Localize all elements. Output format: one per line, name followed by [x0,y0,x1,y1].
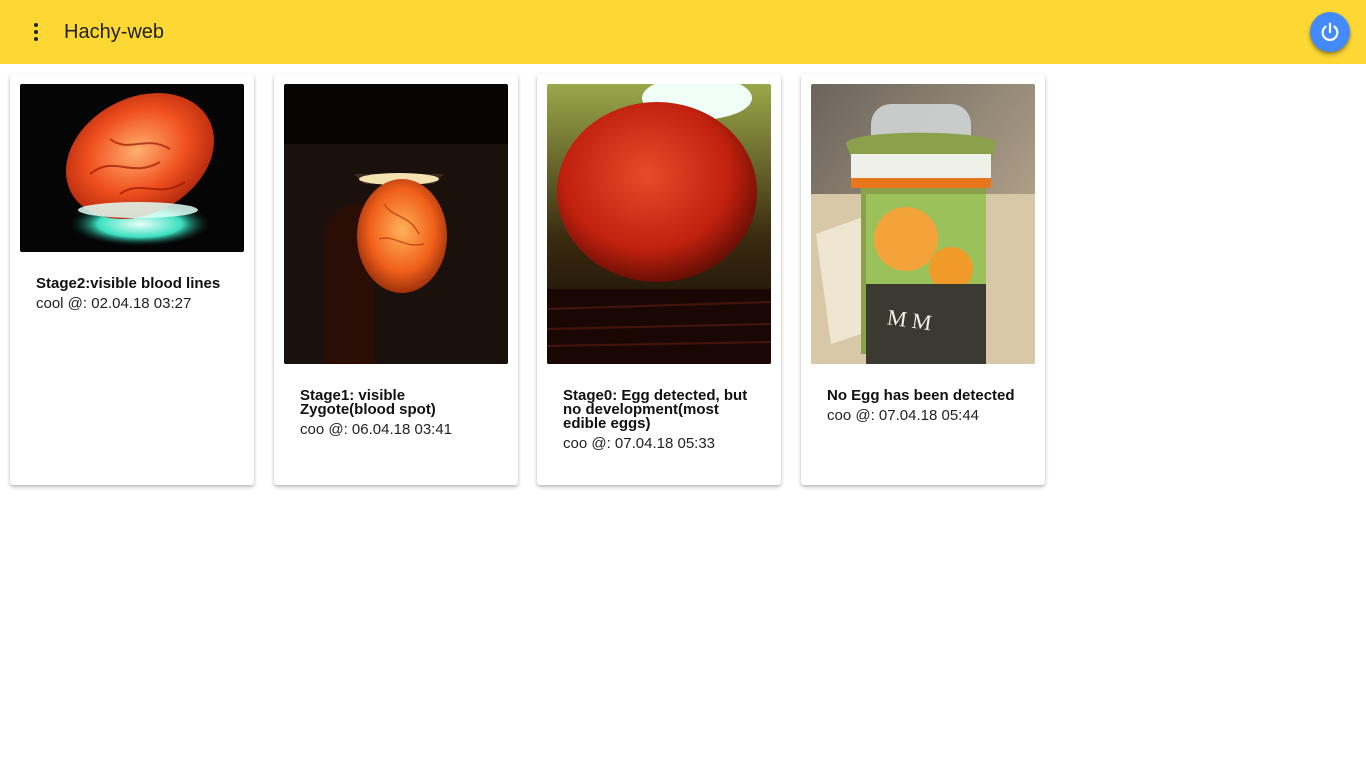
card-timestamp: coo @: 06.04.18 03:41 [300,421,453,438]
egg-card[interactable]: M M No Egg has been detected coo @: 07.0… [801,74,1045,485]
card-image-juice-bottle: M M [811,84,1035,364]
card-timestamp: coo @: 07.04.18 05:44 [827,407,980,424]
power-icon [1321,22,1339,41]
card-timestamp: cool @: 02.04.18 03:27 [36,295,192,312]
card-timestamp: coo @: 07.04.18 05:33 [563,435,716,452]
card-title: Stage2:visible blood lines [36,275,221,292]
card-title: No Egg has been detected [827,387,1015,404]
card-title: Stage1: visible Zygote(blood spot) [300,387,436,418]
card-image-zygote [284,84,508,364]
egg-card[interactable]: Stage1: visible Zygote(blood spot) coo @… [274,74,518,485]
egg-card[interactable]: Stage0: Egg detected, but no development… [537,74,781,485]
card-image-blood-lines [20,84,244,252]
app-bar: Hachy-web [0,0,1366,64]
app-title: Hachy-web [64,21,165,43]
power-button[interactable] [1310,12,1350,52]
more-vert-icon[interactable] [22,18,50,46]
card-image-no-development [547,84,771,364]
egg-card[interactable]: Stage2:visible blood lines cool @: 02.04… [10,74,254,485]
card-title: Stage0: Egg detected, but no development… [563,387,748,432]
